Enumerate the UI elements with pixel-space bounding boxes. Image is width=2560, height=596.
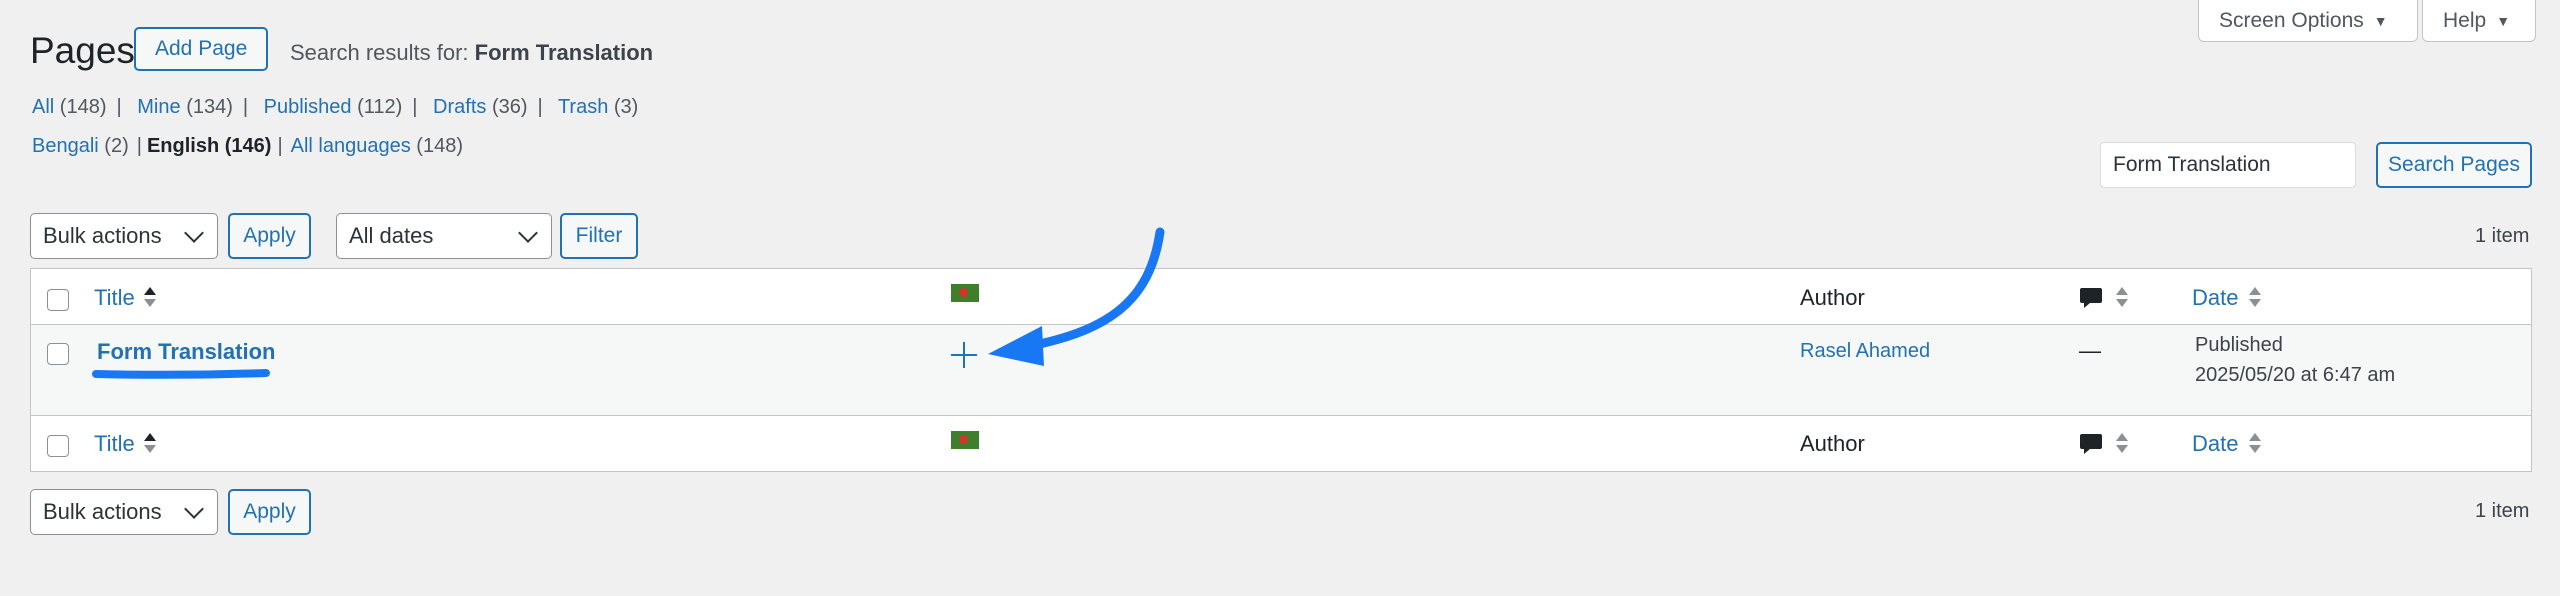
- chevron-down-icon: [184, 499, 204, 519]
- items-count-bottom: 1 item: [2475, 500, 2530, 522]
- annotation-overlay: [92, 227, 1165, 379]
- apply-button-bottom[interactable]: Apply: [228, 489, 311, 535]
- arrow-head-icon: [988, 326, 1044, 366]
- bulk-actions-value: Bulk actions: [43, 499, 162, 524]
- arrow-annotation: [1025, 227, 1165, 351]
- title-underline-annotation: [92, 369, 270, 379]
- bulk-actions-select-bottom[interactable]: Bulk actions: [30, 489, 218, 535]
